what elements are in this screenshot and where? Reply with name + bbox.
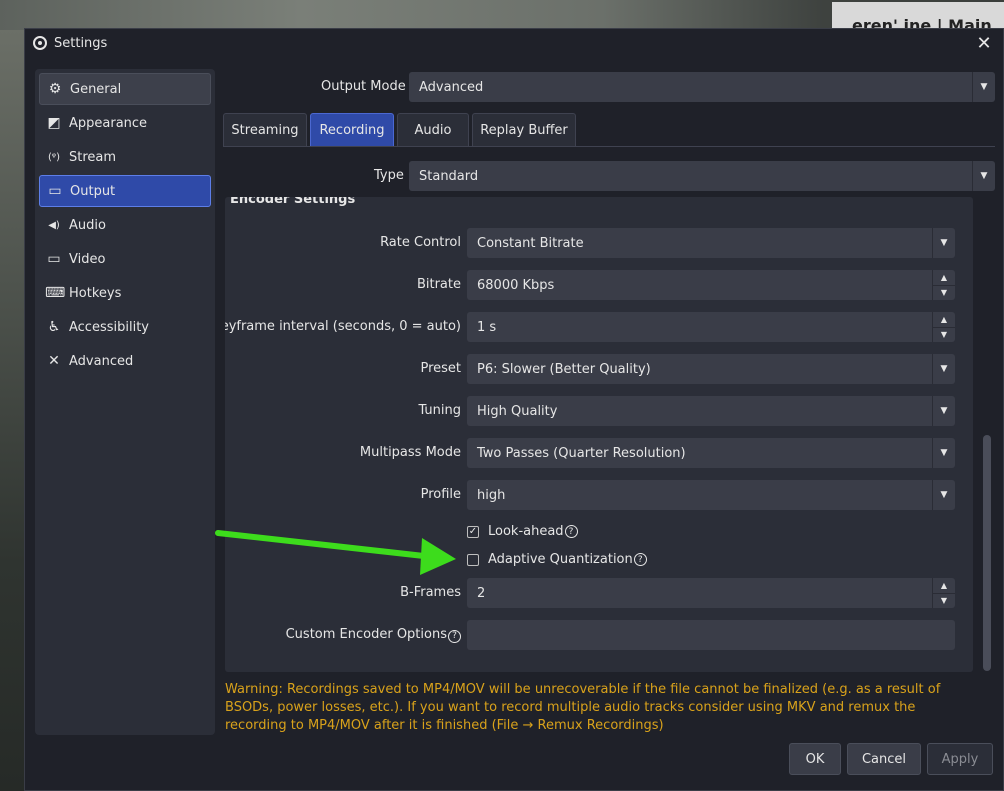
annotation-arrow: [215, 530, 456, 575]
annotation-arrow-head: [420, 538, 456, 575]
annotation-arrow-shaft: [215, 530, 427, 559]
